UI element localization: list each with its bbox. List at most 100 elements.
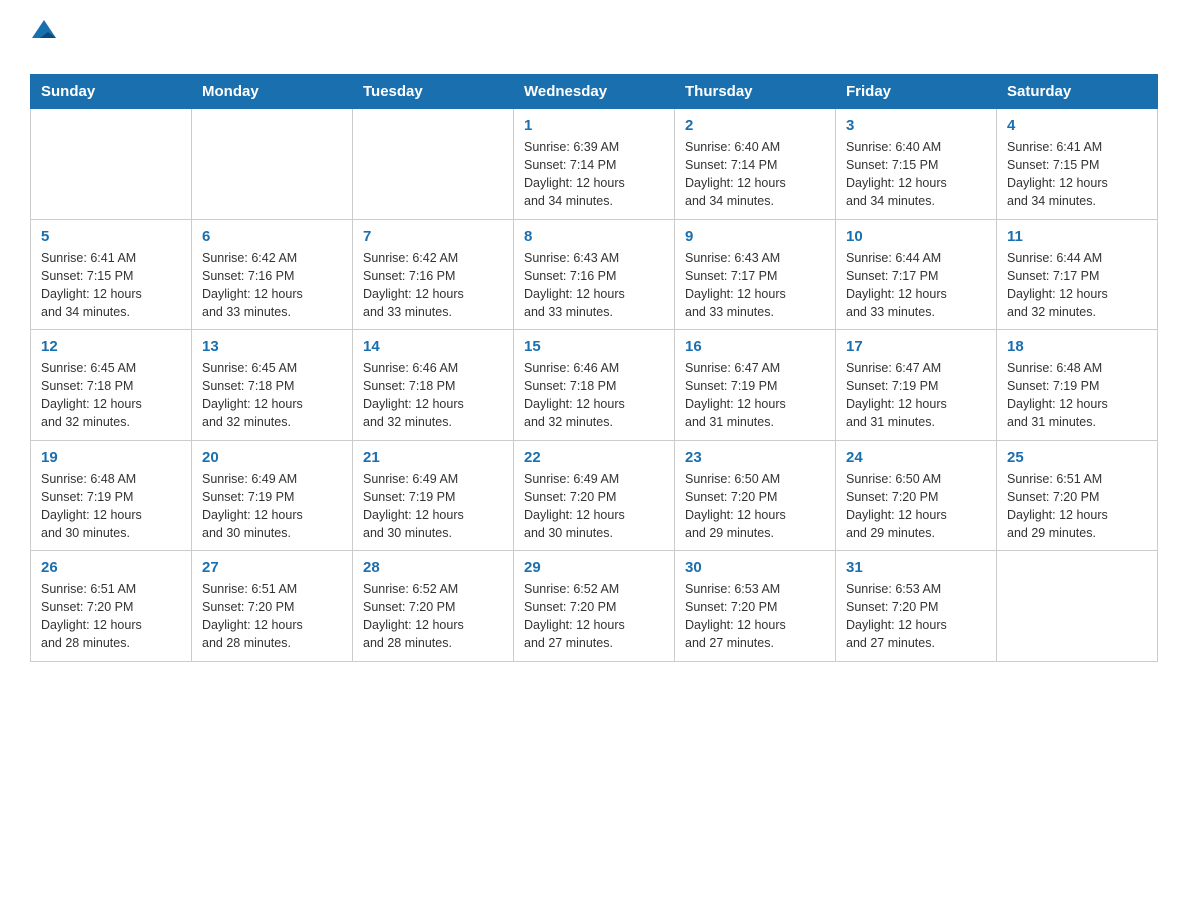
day-info: Sunrise: 6:42 AM Sunset: 7:16 PM Dayligh… bbox=[363, 249, 503, 322]
day-info: Sunrise: 6:45 AM Sunset: 7:18 PM Dayligh… bbox=[41, 359, 181, 432]
day-info: Sunrise: 6:51 AM Sunset: 7:20 PM Dayligh… bbox=[202, 580, 342, 653]
calendar-cell: 15 Sunrise: 6:46 AM Sunset: 7:18 PM Dayli… bbox=[514, 330, 675, 441]
col-header-wednesday: Wednesday bbox=[514, 75, 675, 109]
day-info: Sunrise: 6:39 AM Sunset: 7:14 PM Dayligh… bbox=[524, 138, 664, 211]
calendar-cell: 3 Sunrise: 6:40 AM Sunset: 7:15 PM Daylig… bbox=[836, 109, 997, 220]
day-info: Sunrise: 6:53 AM Sunset: 7:20 PM Dayligh… bbox=[685, 580, 825, 653]
calendar-cell: 28 Sunrise: 6:52 AM Sunset: 7:20 PM Dayli… bbox=[353, 551, 514, 662]
day-info: Sunrise: 6:47 AM Sunset: 7:19 PM Dayligh… bbox=[846, 359, 986, 432]
day-number: 19 bbox=[41, 449, 181, 466]
calendar-cell: 30 Sunrise: 6:53 AM Sunset: 7:20 PM Dayli… bbox=[675, 551, 836, 662]
calendar-cell: 29Sunrise: 6:52 AM Sunset: 7:20 PM Dayli… bbox=[514, 551, 675, 662]
calendar-cell: 4Sunrise: 6:41 AM Sunset: 7:15 PM Daylig… bbox=[997, 109, 1158, 220]
day-number: 14 bbox=[363, 338, 503, 355]
day-number: 16 bbox=[685, 338, 825, 355]
calendar-cell: 2 Sunrise: 6:40 AM Sunset: 7:14 PM Daylig… bbox=[675, 109, 836, 220]
day-number: 18 bbox=[1007, 338, 1147, 355]
day-number: 23 bbox=[685, 449, 825, 466]
day-number: 9 bbox=[685, 228, 825, 245]
day-info: Sunrise: 6:51 AM Sunset: 7:20 PM Dayligh… bbox=[1007, 470, 1147, 543]
day-info: Sunrise: 6:43 AM Sunset: 7:17 PM Dayligh… bbox=[685, 249, 825, 322]
day-number: 1 bbox=[524, 117, 664, 134]
day-number: 24 bbox=[846, 449, 986, 466]
calendar-cell: 9 Sunrise: 6:43 AM Sunset: 7:17 PM Daylig… bbox=[675, 219, 836, 330]
day-info: Sunrise: 6:46 AM Sunset: 7:18 PM Dayligh… bbox=[363, 359, 503, 432]
logo-text bbox=[30, 20, 58, 54]
day-number: 2 bbox=[685, 117, 825, 134]
calendar-cell: 25 Sunrise: 6:51 AM Sunset: 7:20 PM Dayli… bbox=[997, 440, 1158, 551]
calendar-cell: 11Sunrise: 6:44 AM Sunset: 7:17 PM Dayli… bbox=[997, 219, 1158, 330]
day-info: Sunrise: 6:46 AM Sunset: 7:18 PM Dayligh… bbox=[524, 359, 664, 432]
calendar-week-1: 1 Sunrise: 6:39 AM Sunset: 7:14 PM Daylig… bbox=[31, 109, 1158, 220]
day-info: Sunrise: 6:52 AM Sunset: 7:20 PM Dayligh… bbox=[363, 580, 503, 653]
col-header-sunday: Sunday bbox=[31, 75, 192, 109]
calendar-cell: 27 Sunrise: 6:51 AM Sunset: 7:20 PM Dayli… bbox=[192, 551, 353, 662]
col-header-friday: Friday bbox=[836, 75, 997, 109]
day-info: Sunrise: 6:48 AM Sunset: 7:19 PM Dayligh… bbox=[41, 470, 181, 543]
calendar-cell: 16 Sunrise: 6:47 AM Sunset: 7:19 PM Dayli… bbox=[675, 330, 836, 441]
calendar-cell: 22Sunrise: 6:49 AM Sunset: 7:20 PM Dayli… bbox=[514, 440, 675, 551]
calendar-cell: 21Sunrise: 6:49 AM Sunset: 7:19 PM Dayli… bbox=[353, 440, 514, 551]
day-info: Sunrise: 6:45 AM Sunset: 7:18 PM Dayligh… bbox=[202, 359, 342, 432]
header-row: SundayMondayTuesdayWednesdayThursdayFrid… bbox=[31, 75, 1158, 109]
logo-icon bbox=[30, 18, 58, 46]
day-info: Sunrise: 6:43 AM Sunset: 7:16 PM Dayligh… bbox=[524, 249, 664, 322]
calendar-cell: 14 Sunrise: 6:46 AM Sunset: 7:18 PM Dayli… bbox=[353, 330, 514, 441]
day-info: Sunrise: 6:41 AM Sunset: 7:15 PM Dayligh… bbox=[41, 249, 181, 322]
day-number: 8 bbox=[524, 228, 664, 245]
day-number: 31 bbox=[846, 559, 986, 576]
col-header-tuesday: Tuesday bbox=[353, 75, 514, 109]
logo bbox=[30, 20, 58, 54]
day-number: 10 bbox=[846, 228, 986, 245]
day-number: 22 bbox=[524, 449, 664, 466]
day-number: 5 bbox=[41, 228, 181, 245]
day-number: 6 bbox=[202, 228, 342, 245]
day-number: 12 bbox=[41, 338, 181, 355]
day-number: 15 bbox=[524, 338, 664, 355]
calendar-cell: 26Sunrise: 6:51 AM Sunset: 7:20 PM Dayli… bbox=[31, 551, 192, 662]
day-info: Sunrise: 6:49 AM Sunset: 7:19 PM Dayligh… bbox=[202, 470, 342, 543]
day-info: Sunrise: 6:50 AM Sunset: 7:20 PM Dayligh… bbox=[846, 470, 986, 543]
calendar-cell: 5 Sunrise: 6:41 AM Sunset: 7:15 PM Daylig… bbox=[31, 219, 192, 330]
col-header-monday: Monday bbox=[192, 75, 353, 109]
calendar-cell: 10 Sunrise: 6:44 AM Sunset: 7:17 PM Dayli… bbox=[836, 219, 997, 330]
col-header-thursday: Thursday bbox=[675, 75, 836, 109]
calendar-week-5: 26 Sunrise: 6:51 AM Sunset: 7:20 PM Dayli… bbox=[31, 551, 1158, 662]
day-number: 17 bbox=[846, 338, 986, 355]
calendar-week-2: 5 Sunrise: 6:41 AM Sunset: 7:15 PM Daylig… bbox=[31, 219, 1158, 330]
day-info: Sunrise: 6:40 AM Sunset: 7:14 PM Dayligh… bbox=[685, 138, 825, 211]
day-info: Sunrise: 6:53 AM Sunset: 7:20 PM Dayligh… bbox=[846, 580, 986, 653]
day-info: Sunrise: 6:44 AM Sunset: 7:17 PM Dayligh… bbox=[846, 249, 986, 322]
day-info: Sunrise: 6:40 AM Sunset: 7:15 PM Dayligh… bbox=[846, 138, 986, 211]
page-header bbox=[30, 20, 1158, 54]
calendar-cell: 23 Sunrise: 6:50 AM Sunset: 7:20 PM Dayli… bbox=[675, 440, 836, 551]
calendar-week-3: 12 Sunrise: 6:45 AM Sunset: 7:18 PM Dayli… bbox=[31, 330, 1158, 441]
calendar-table: SundayMondayTuesdayWednesdayThursdayFrid… bbox=[30, 74, 1158, 662]
calendar-cell: 19 Sunrise: 6:48 AM Sunset: 7:19 PM Dayli… bbox=[31, 440, 192, 551]
calendar-week-4: 19 Sunrise: 6:48 AM Sunset: 7:19 PM Dayli… bbox=[31, 440, 1158, 551]
day-info: Sunrise: 6:42 AM Sunset: 7:16 PM Dayligh… bbox=[202, 249, 342, 322]
calendar-cell: 7Sunrise: 6:42 AM Sunset: 7:16 PM Daylig… bbox=[353, 219, 514, 330]
day-number: 13 bbox=[202, 338, 342, 355]
day-number: 3 bbox=[846, 117, 986, 134]
calendar-cell: 6 Sunrise: 6:42 AM Sunset: 7:16 PM Daylig… bbox=[192, 219, 353, 330]
calendar-cell: 13 Sunrise: 6:45 AM Sunset: 7:18 PM Dayli… bbox=[192, 330, 353, 441]
day-number: 27 bbox=[202, 559, 342, 576]
day-info: Sunrise: 6:48 AM Sunset: 7:19 PM Dayligh… bbox=[1007, 359, 1147, 432]
calendar-cell: 18 Sunrise: 6:48 AM Sunset: 7:19 PM Dayli… bbox=[997, 330, 1158, 441]
day-info: Sunrise: 6:50 AM Sunset: 7:20 PM Dayligh… bbox=[685, 470, 825, 543]
calendar-cell bbox=[353, 109, 514, 220]
calendar-cell: 31 Sunrise: 6:53 AM Sunset: 7:20 PM Dayli… bbox=[836, 551, 997, 662]
day-number: 26 bbox=[41, 559, 181, 576]
day-number: 21 bbox=[363, 449, 503, 466]
calendar-cell: 8 Sunrise: 6:43 AM Sunset: 7:16 PM Daylig… bbox=[514, 219, 675, 330]
day-number: 29 bbox=[524, 559, 664, 576]
day-number: 20 bbox=[202, 449, 342, 466]
day-info: Sunrise: 6:41 AM Sunset: 7:15 PM Dayligh… bbox=[1007, 138, 1147, 211]
day-number: 25 bbox=[1007, 449, 1147, 466]
day-number: 30 bbox=[685, 559, 825, 576]
day-number: 28 bbox=[363, 559, 503, 576]
calendar-cell bbox=[997, 551, 1158, 662]
day-info: Sunrise: 6:47 AM Sunset: 7:19 PM Dayligh… bbox=[685, 359, 825, 432]
calendar-cell: 20 Sunrise: 6:49 AM Sunset: 7:19 PM Dayli… bbox=[192, 440, 353, 551]
